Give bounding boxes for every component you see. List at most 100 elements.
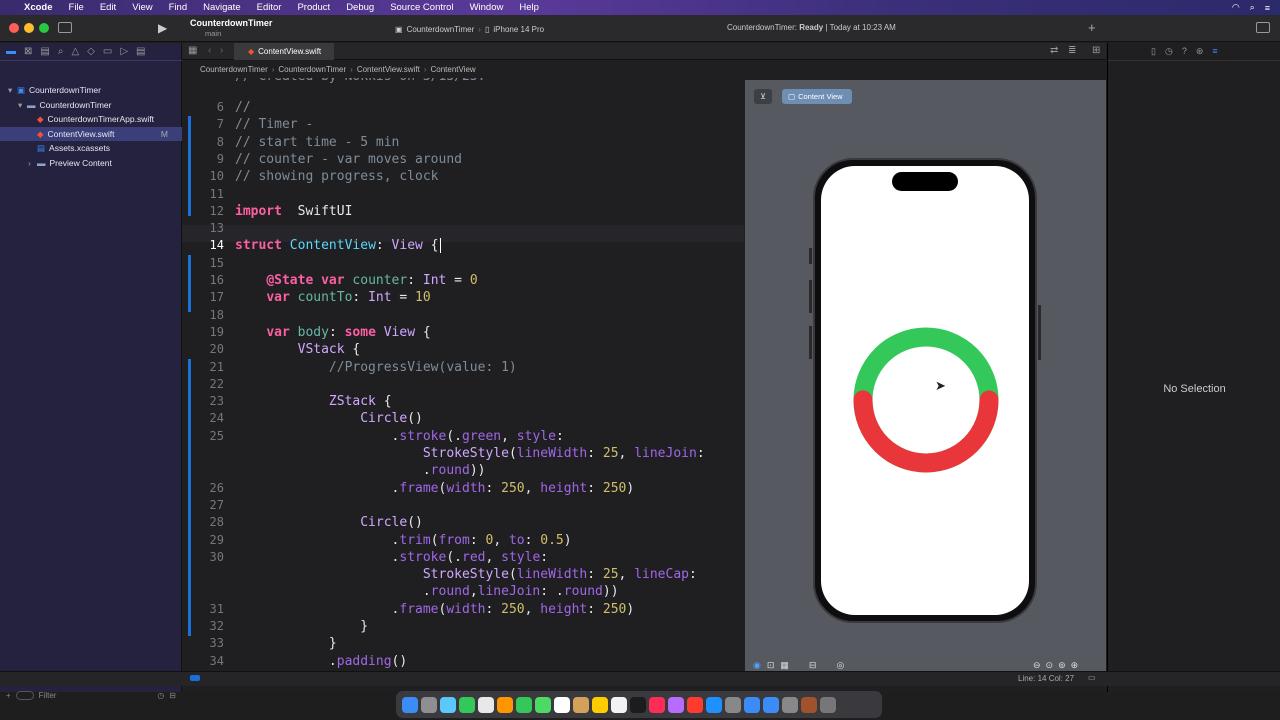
dock-app-icon[interactable] [820, 696, 836, 713]
back-icon[interactable]: ‹ [208, 45, 211, 56]
code-line[interactable]: StrokeStyle(lineWidth: 25, lineCap: [235, 566, 697, 583]
dock-app-icon[interactable] [744, 696, 760, 713]
minimize-button[interactable] [24, 23, 34, 33]
menu-product[interactable]: Product [289, 0, 338, 15]
code-line[interactable]: // showing progress, clock [235, 168, 439, 185]
inspector-toggle-icon[interactable] [1256, 22, 1270, 33]
menu-view[interactable]: View [124, 0, 160, 15]
find-icon[interactable]: ⌕ [58, 46, 64, 57]
dock-app-icon[interactable] [440, 696, 456, 713]
test-icon[interactable]: ◇ [87, 46, 95, 57]
code-line[interactable]: Circle() [235, 514, 423, 531]
issue-icon[interactable]: △ [71, 46, 79, 57]
dock-app-icon[interactable] [459, 696, 475, 713]
menu-window[interactable]: Window [462, 0, 512, 15]
dock-app-icon[interactable] [497, 696, 513, 713]
tab-contentview[interactable]: ◆ ContentView.swift [234, 43, 334, 60]
zoom-in-icon[interactable]: ⊕ [1071, 660, 1079, 671]
attributes-icon[interactable]: ≡ [1212, 46, 1217, 60]
file-tree-item[interactable]: ◆ ContentView.swift M [0, 126, 182, 141]
dock-app-icon[interactable] [478, 696, 494, 713]
code-line[interactable]: // start time - 5 min [235, 134, 399, 151]
code-line[interactable]: .frame(width: 250, height: 250) [235, 480, 635, 497]
dock-app-icon[interactable] [554, 696, 570, 713]
code-line[interactable]: @State var counter: Int = 0 [235, 272, 477, 289]
report-icon[interactable]: ▤ [136, 46, 145, 57]
zoom-fit-icon[interactable]: ⊚ [1058, 660, 1066, 671]
menu-navigate[interactable]: Navigate [195, 0, 249, 15]
code-line[interactable]: .round,lineJoin: .round)) [235, 583, 619, 600]
folder-icon[interactable]: ▬ [6, 46, 16, 57]
disclosure-icon[interactable]: ▾ [8, 83, 17, 98]
dock-app-icon[interactable] [706, 696, 722, 713]
file-tree-item[interactable]: › ▬ Preview Content [0, 156, 182, 171]
jump-bar-item[interactable]: CounterdownTimer [200, 65, 268, 74]
dock-app-icon[interactable] [630, 696, 646, 713]
accessibility-icon[interactable]: ⊛ [1196, 46, 1204, 60]
filter-icon[interactable] [15, 690, 34, 700]
code-line[interactable]: struct ContentView: View { [235, 237, 449, 254]
dock-app-icon[interactable] [421, 696, 437, 713]
code-line[interactable]: Circle() [235, 410, 423, 427]
environment-icon[interactable]: ◎ [836, 660, 844, 671]
dock-app-icon[interactable] [535, 696, 551, 713]
code-line[interactable]: //ProgressView(value: 1) [235, 359, 517, 376]
sidebar-toggle-icon[interactable] [58, 22, 72, 33]
zoom-out-icon[interactable]: ⊖ [1033, 660, 1041, 671]
add-file-icon[interactable]: + [6, 691, 11, 700]
code-line[interactable]: .padding() [235, 653, 407, 670]
menu-file[interactable]: File [61, 0, 92, 15]
file-tree-item[interactable]: ▤ Assets.xcassets [0, 141, 182, 156]
split-options-icon[interactable]: ⇄ [1050, 45, 1058, 56]
dock-app-icon[interactable] [592, 696, 608, 713]
code-line[interactable]: } [235, 635, 337, 652]
code-line[interactable]: var countTo: Int = 10 [235, 289, 430, 306]
code-line[interactable]: } [235, 618, 368, 635]
dock-app-icon[interactable] [516, 696, 532, 713]
panel-toggle-icon[interactable]: ▭ [1088, 673, 1096, 682]
run-button[interactable]: ▶ [158, 21, 167, 35]
file-tree-item[interactable]: ▾ ▬ CounterdownTimer [0, 98, 182, 113]
editor-options-icon[interactable]: ≣ [1068, 45, 1076, 56]
select-mode-icon[interactable]: ⊡ [767, 660, 775, 671]
dock-app-icon[interactable] [763, 696, 779, 713]
add-icon[interactable]: + [1088, 20, 1096, 35]
menu-help[interactable]: Help [511, 0, 547, 15]
live-mode-icon[interactable]: ◉ [753, 660, 761, 671]
menu-find[interactable]: Find [161, 0, 195, 15]
code-line[interactable]: // counter - var moves around [235, 151, 462, 168]
file-tree-item[interactable]: ▾ ▣ CounterdownTimer [0, 83, 182, 98]
code-line[interactable]: .trim(from: 0, to: 0.5) [235, 532, 572, 549]
file-inspector-icon[interactable]: ▯ [1151, 46, 1156, 60]
code-editor[interactable]: // Created by Nokkis on 3/13/23. 6 // 7 // … [182, 78, 744, 684]
breakpoint-icon[interactable]: ▷ [120, 46, 128, 57]
control-center-icon[interactable]: ≡ [1265, 3, 1270, 13]
variants-icon[interactable]: ▦ [780, 660, 789, 671]
modified-filter-icon[interactable]: ⊟ [169, 691, 176, 700]
close-button[interactable] [9, 23, 19, 33]
search-icon[interactable]: ⌕ [1250, 2, 1255, 13]
dock-app-icon[interactable] [782, 696, 798, 713]
wifi-icon[interactable]: ◠ [1232, 2, 1240, 13]
code-line[interactable]: .stroke(.green, style: [235, 428, 564, 445]
symbol-icon[interactable]: ▤ [40, 46, 49, 57]
quick-help-icon[interactable]: ? [1182, 46, 1187, 60]
grid-icon[interactable]: ▦ [188, 45, 197, 56]
app-menu[interactable]: Xcode [16, 0, 61, 15]
disclosure-icon[interactable]: › [28, 156, 37, 171]
file-tree-item[interactable]: ◆ CounterdownTimerApp.swift [0, 112, 182, 127]
code-line[interactable]: import SwiftUI [235, 203, 352, 220]
zoom-button[interactable] [39, 23, 49, 33]
dock-app-icon[interactable] [687, 696, 703, 713]
history-icon[interactable]: ◷ [1165, 46, 1173, 60]
menu-source-control[interactable]: Source Control [382, 0, 461, 15]
recent-icon[interactable]: ◷ [157, 691, 164, 700]
pin-icon[interactable]: ⊻ [754, 89, 772, 104]
jump-bar-item[interactable]: ContentView.swift [357, 65, 420, 74]
code-line[interactable]: .round)) [235, 462, 486, 479]
code-line[interactable]: .stroke(.red, style: [235, 549, 549, 566]
debug-icon[interactable]: ▭ [103, 46, 112, 57]
device-settings-icon[interactable]: ⊟ [809, 660, 817, 671]
add-editor-icon[interactable]: ⊞ [1092, 45, 1100, 56]
menu-edit[interactable]: Edit [92, 0, 124, 15]
